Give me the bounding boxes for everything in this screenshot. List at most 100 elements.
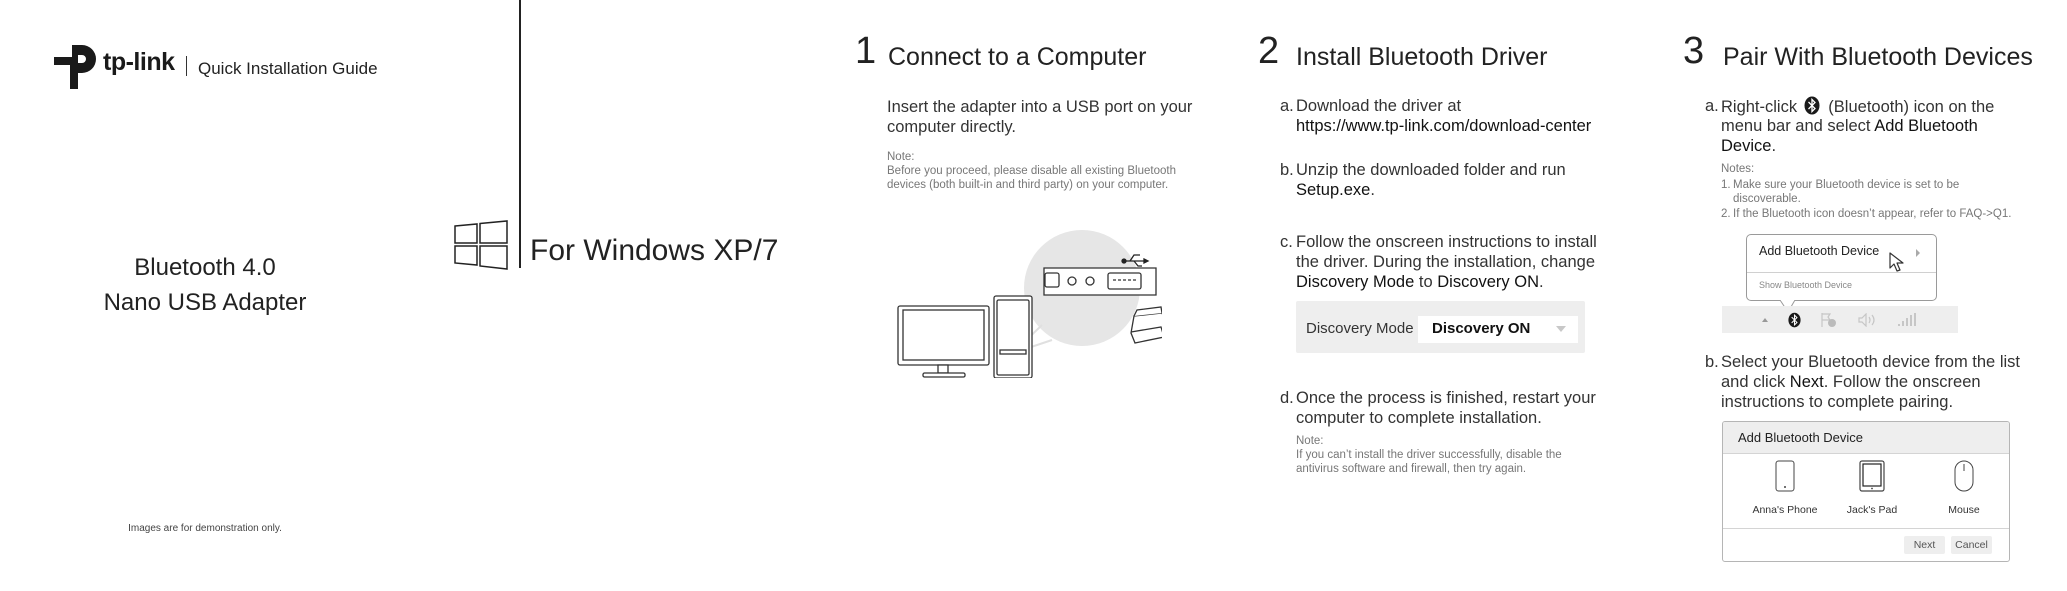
system-tray <box>1722 306 1958 333</box>
step1-text-line1: Insert the adapter into a USB port on yo… <box>887 98 1193 116</box>
cancel-button[interactable]: Cancel <box>1951 536 1992 554</box>
disclaimer: Images are for demonstration only. <box>128 523 282 534</box>
port-panel <box>1043 267 1157 296</box>
step3-a-line3: Device. <box>1721 136 1776 156</box>
volume-icon[interactable] <box>1858 306 1878 333</box>
mouse-icon <box>1954 460 1974 492</box>
step3-b-line2: and click Next. Follow the onscreen <box>1721 372 1981 392</box>
step1-note-line1: Before you proceed, please disable all e… <box>887 165 1176 177</box>
add-bluetooth-device-dialog: Add Bluetooth Device Anna's Phone Jack's… <box>1722 421 2010 562</box>
windows-logo-icon <box>454 220 508 270</box>
menu-item-add-bluetooth-device[interactable]: Add Bluetooth Device <box>1759 244 1879 258</box>
step2-d-line2: computer to complete installation. <box>1296 409 1542 427</box>
usb-adapter <box>1130 306 1162 344</box>
step2-c-line2: the driver. During the installation, cha… <box>1296 253 1596 271</box>
menu-item-show-bluetooth-device[interactable]: Show Bluetooth Device <box>1759 280 1852 290</box>
step2-a-line1: Download the driver at <box>1296 97 1462 115</box>
phone-icon <box>1775 460 1795 492</box>
step3-a-line1-post: (Bluetooth) icon on the <box>1828 98 1995 116</box>
step2-note-line2: antivirus software and firewall, then tr… <box>1296 463 1527 475</box>
discovery-mode-value: Discovery ON <box>1432 320 1531 337</box>
step2-b-line2: Setup.exe. <box>1296 180 1375 200</box>
device-term: Device <box>1721 137 1772 155</box>
tp-link-logo-icon <box>54 45 96 89</box>
step3-number: 3 <box>1683 30 1705 72</box>
step3-note1-num: 1. <box>1721 179 1731 191</box>
discovery-on-term: Discovery ON <box>1437 273 1539 291</box>
step2-c-line3: Discovery Mode to Discovery ON. <box>1296 272 1544 292</box>
guide-title: Quick Installation Guide <box>198 59 378 78</box>
submenu-arrow-icon <box>1916 249 1920 257</box>
mouse-pointer-icon <box>1889 252 1904 272</box>
step3-note1-line1: Make sure your Bluetooth device is set t… <box>1733 179 1960 191</box>
step2-b-line1: Unzip the downloaded folder and run <box>1296 161 1566 179</box>
device-name: Anna's Phone <box>1752 504 1818 516</box>
step2-d-label: d. <box>1280 389 1294 407</box>
download-link[interactable]: https://www.tp-link.com/download-center <box>1296 116 1591 136</box>
dialog-header: Add Bluetooth Device <box>1723 422 2009 454</box>
step2-note-line1: If you can’t install the driver successf… <box>1296 449 1562 461</box>
bluetooth-icon <box>1804 96 1820 115</box>
header-divider <box>186 56 187 76</box>
step3-note1-line2: discoverable. <box>1733 193 1801 205</box>
step3-title: Pair With Bluetooth Devices <box>1723 43 2033 71</box>
device-item-mouse[interactable]: Mouse <box>1919 460 2009 516</box>
step2-c-end: . <box>1539 273 1544 291</box>
step3-b-label: b. <box>1705 353 1719 371</box>
step2-b-label: b. <box>1280 161 1294 179</box>
device-name: Jack's Pad <box>1846 504 1898 516</box>
device-item-annas-phone[interactable]: Anna's Phone <box>1740 460 1830 516</box>
step2-c-line1: Follow the onscreen instructions to inst… <box>1296 233 1597 251</box>
step3-b-line3: instructions to complete pairing. <box>1721 393 1954 411</box>
step2-c-to: to <box>1414 273 1438 291</box>
step2-note-label: Note: <box>1296 435 1324 447</box>
pc-tower <box>993 295 1033 378</box>
discovery-mode-label: Discovery Mode <box>1306 320 1414 337</box>
step3-a-line2: menu bar and select Add Bluetooth <box>1721 116 1978 136</box>
step3-b-line2-post: . Follow the onscreen <box>1823 373 1981 391</box>
product-name-line2: Nano USB Adapter <box>103 289 307 316</box>
step2-number: 2 <box>1258 30 1280 72</box>
step3-a-end: . <box>1771 137 1777 155</box>
step3-note2-num: 2. <box>1721 208 1731 220</box>
device-name: Mouse <box>1948 504 1980 516</box>
discovery-mode-term: Discovery Mode <box>1296 273 1415 291</box>
next-button[interactable]: Next <box>1904 536 1945 554</box>
step2-title: Install Bluetooth Driver <box>1296 43 1548 71</box>
action-center-flag-icon[interactable] <box>1819 306 1839 333</box>
next-term: Next <box>1789 373 1824 391</box>
step3-note2-line1: If the Bluetooth icon doesn’t appear, re… <box>1733 208 2012 220</box>
product-name-line1: Bluetooth 4.0 <box>134 254 276 281</box>
computer-usb-adapter-illustration <box>897 230 1162 378</box>
step3-b-line2-pre: and click <box>1721 373 1790 391</box>
step3-a-line1: Right-click (Bluetooth) icon on the <box>1721 96 1994 117</box>
device-item-jacks-pad[interactable]: Jack's Pad <box>1827 460 1917 516</box>
monitor <box>897 305 990 378</box>
setup-exe: Setup.exe <box>1296 181 1371 199</box>
menu-divider <box>1747 272 1936 273</box>
step1-number: 1 <box>855 30 877 72</box>
step3-notes-label: Notes: <box>1721 163 1755 175</box>
signal-bars-icon[interactable] <box>1896 306 1918 333</box>
add-bluetooth-term: Add Bluetooth <box>1874 117 1978 135</box>
step2-b-suffix: . <box>1370 181 1375 199</box>
tablet-icon <box>1859 460 1885 492</box>
chevron-down-icon[interactable] <box>1556 326 1566 332</box>
step2-a-label: a. <box>1280 97 1294 115</box>
step3-b-line1: Select your Bluetooth device from the li… <box>1721 353 2020 371</box>
vertical-divider <box>519 0 521 268</box>
step1-text-line2: computer directly. <box>887 118 1016 136</box>
dialog-divider <box>1723 528 2009 529</box>
step3-a-line2-pre: menu bar and select <box>1721 117 1875 135</box>
step2-c-label: c. <box>1280 233 1293 251</box>
step1-note-label: Note: <box>887 151 915 163</box>
step3-a-label: a. <box>1705 97 1719 115</box>
dialog-title: Add Bluetooth Device <box>1738 430 1864 445</box>
show-hidden-arrow-icon[interactable] <box>1758 306 1772 333</box>
brand-name: tp-link <box>103 48 175 76</box>
step1-title: Connect to a Computer <box>888 43 1147 71</box>
platform-label: For Windows XP/7 <box>530 234 779 267</box>
step3-a-rightclick: Right-click <box>1721 98 1798 116</box>
step2-d-line1: Once the process is finished, restart yo… <box>1296 389 1596 407</box>
bluetooth-tray-icon[interactable] <box>1786 306 1802 333</box>
